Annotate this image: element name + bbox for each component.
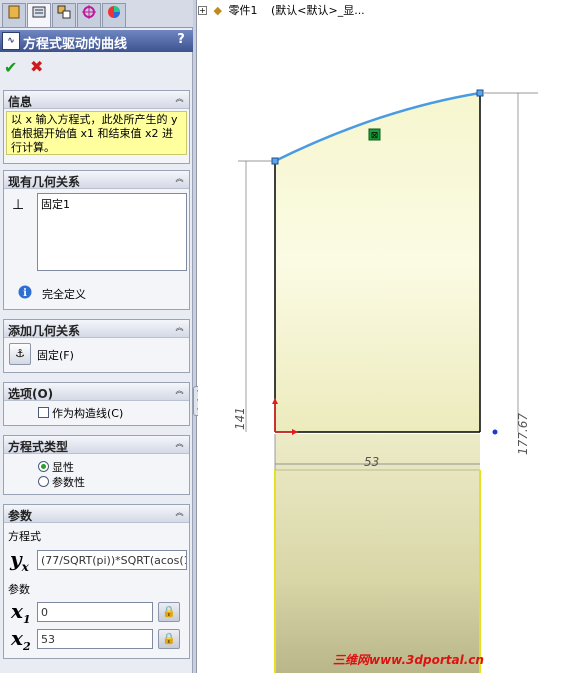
radio-label: 参数性: [52, 476, 85, 489]
x1-lock-button[interactable]: 🔒: [158, 602, 180, 622]
checkbox[interactable]: [38, 407, 49, 418]
add-relations-group: 添加几何关系 ︽ ⚓ 固定(F): [3, 319, 190, 373]
property-manager-header: ∿ 方程式驱动的曲线 ?: [0, 30, 193, 52]
radio-unselected[interactable]: [38, 476, 49, 487]
params-label: 参数: [8, 583, 30, 596]
status-text: 完全定义: [42, 288, 86, 301]
fixed-relation-glyph: ⊠: [371, 131, 379, 141]
propertymanager-icon: [32, 6, 46, 18]
group-title: 选项(O): [8, 387, 54, 401]
existing-relations-header[interactable]: 现有几何关系 ︽: [4, 171, 189, 189]
curve-end-point[interactable]: [476, 89, 484, 97]
group-title: 添加几何关系: [8, 324, 81, 338]
ok-button[interactable]: ✔: [4, 58, 17, 77]
cancel-button[interactable]: ✖: [30, 57, 43, 76]
lock-icon: 🔒: [162, 605, 176, 618]
curve-start-point[interactable]: [271, 157, 279, 165]
expand-icon[interactable]: +: [198, 6, 207, 15]
radio-selected[interactable]: [38, 461, 49, 472]
group-title: 参数: [8, 509, 33, 523]
collapse-icon[interactable]: ︽: [173, 385, 186, 398]
checkmark-icon: ✔: [4, 58, 18, 77]
page-title: 方程式驱动的曲线: [23, 37, 128, 52]
info-group: 信息 ︽ 以 x 输入方程式，此处所产生的 y 值根据开始值 x1 和结束值 x…: [3, 90, 190, 164]
checkbox-label: 作为构造线(C): [52, 407, 124, 420]
graphics-area[interactable]: ⊠ 141 53 177.67: [198, 0, 582, 673]
equation-type-header[interactable]: 方程式类型 ︽: [4, 436, 189, 454]
fixed-relation-icon: ⊥: [12, 197, 25, 213]
explicit-radio[interactable]: 显性: [38, 459, 74, 475]
parametric-radio[interactable]: 参数性: [38, 474, 85, 490]
equation-curve-icon: ∿: [2, 32, 20, 50]
radio-label: 显性: [52, 461, 74, 474]
featuremanager-icon: [8, 5, 20, 19]
help-button[interactable]: ?: [173, 32, 189, 48]
panel-splitter[interactable]: [193, 0, 197, 673]
sketch-canvas[interactable]: ⊠ 141 53 177.67: [198, 0, 582, 673]
x2-lock-button[interactable]: 🔒: [158, 629, 180, 649]
collapse-icon[interactable]: ︽: [173, 93, 186, 106]
info-message: 以 x 输入方程式，此处所产生的 y 值根据开始值 x1 和结束值 x2 进行计…: [6, 111, 187, 155]
list-item[interactable]: 固定1: [38, 194, 186, 214]
x1-symbol: x1: [11, 599, 31, 626]
manager-tabs: [0, 0, 193, 28]
anchor-icon: ⚓: [15, 347, 25, 360]
group-title: 现有几何关系: [8, 175, 81, 189]
collapse-icon[interactable]: ︽: [173, 507, 186, 520]
info-group-header[interactable]: 信息 ︽: [4, 91, 189, 109]
dim-text-53[interactable]: 53: [364, 455, 379, 469]
group-title: 方程式类型: [8, 440, 69, 454]
part-icon: ◆: [213, 4, 222, 17]
part-name[interactable]: 零件1: [228, 4, 257, 17]
configurationmanager-tab[interactable]: [52, 3, 76, 27]
config-name: (默认<默认>_显...: [270, 4, 365, 17]
relations-list[interactable]: 固定1: [37, 193, 187, 271]
collapse-icon[interactable]: ︽: [173, 173, 186, 186]
dimxpert-tab[interactable]: [77, 3, 101, 27]
collapse-icon[interactable]: ︽: [173, 322, 186, 335]
collapse-icon[interactable]: ︽: [173, 438, 186, 451]
equation-input[interactable]: (77/SQRT(pi))*SQRT(acos(1: [37, 550, 187, 570]
add-relations-header[interactable]: 添加几何关系 ︽: [4, 320, 189, 338]
configurationmanager-icon: [57, 5, 71, 19]
close-icon: ✖: [30, 57, 44, 76]
propertymanager-tab[interactable]: [27, 3, 51, 27]
x2-symbol: x2: [11, 626, 31, 653]
dim-text-177[interactable]: 177.67: [516, 413, 530, 455]
lock-icon: 🔒: [162, 632, 176, 645]
watermark: 三维网www.3dportal.cn: [333, 653, 484, 667]
group-title: 信息: [8, 95, 33, 109]
featuremanager-tab[interactable]: [2, 3, 26, 27]
parameters-header[interactable]: 参数 ︽: [4, 505, 189, 523]
display-manager-icon: [108, 6, 120, 18]
fix-relation-button[interactable]: ⚓: [9, 343, 31, 365]
feature-tree-root[interactable]: + ◆ 零件1 (默认<默认>_显...: [198, 2, 365, 20]
dimxpert-icon: [82, 5, 96, 19]
display-manager-tab[interactable]: [102, 3, 126, 27]
options-header[interactable]: 选项(O) ︽: [4, 383, 189, 401]
info-circle-icon: i: [18, 285, 32, 302]
equation-label: 方程式: [8, 530, 41, 543]
construction-checkbox[interactable]: 作为构造线(C): [38, 405, 123, 421]
x2-input[interactable]: 53: [37, 629, 153, 649]
options-group: 选项(O) ︽ 作为构造线(C): [3, 382, 190, 426]
dim-text-141[interactable]: 141: [233, 407, 247, 430]
fix-label[interactable]: 固定(F): [37, 347, 74, 363]
endpoint-marker[interactable]: [492, 429, 498, 435]
equation-type-group: 方程式类型 ︽ 显性 参数性: [3, 435, 190, 495]
x1-input[interactable]: 0: [37, 602, 153, 622]
svg-text:i: i: [23, 288, 27, 299]
y-symbol: yx: [10, 547, 29, 574]
existing-relations-group: 现有几何关系 ︽ ⊥ 固定1 i 完全定义: [3, 170, 190, 310]
sketch-region: [275, 93, 480, 432]
parameters-group: 参数 ︽ 方程式 yx (77/SQRT(pi))*SQRT(acos(1 参数…: [3, 504, 190, 659]
